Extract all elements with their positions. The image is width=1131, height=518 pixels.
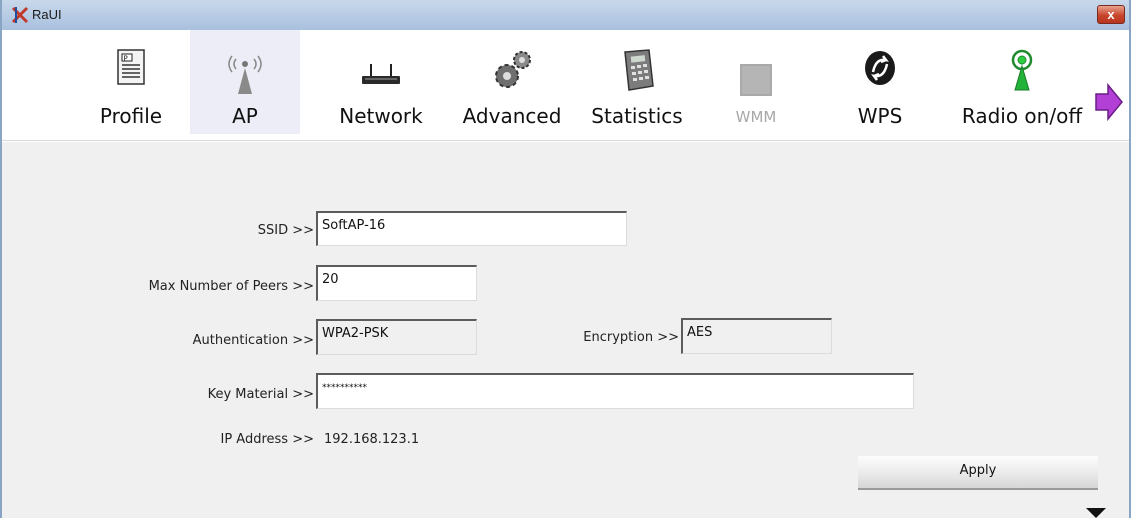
key-material-input[interactable]: ********** <box>316 373 914 409</box>
encryption-field: AES <box>681 318 832 354</box>
max-peers-input[interactable]: 20 <box>316 265 477 301</box>
raui-window: RaUI x P Profile AP Network Advanced Sta… <box>0 0 1131 518</box>
title-bar: RaUI x <box>0 0 1131 30</box>
close-button[interactable]: x <box>1097 5 1125 24</box>
toolbar-network-button[interactable]: Network <box>326 30 436 134</box>
toolbar-radio-button[interactable]: Radio on/off <box>957 30 1087 134</box>
ap-icon <box>228 55 262 94</box>
window-title: RaUI <box>32 7 62 22</box>
statistics-icon <box>624 49 654 91</box>
ssid-input[interactable]: SoftAP-16 <box>316 211 627 246</box>
authentication-field: WPA2-PSK <box>316 319 477 355</box>
network-icon <box>362 64 400 84</box>
toolbar-wps-label: WPS <box>857 104 903 128</box>
toolbar-statistics-label: Statistics <box>591 104 683 128</box>
max-peers-label: Max Number of Peers >> <box>148 279 314 294</box>
toolbar-network-label: Network <box>339 104 423 128</box>
toolbar-advanced-button[interactable]: Advanced <box>457 30 567 134</box>
ip-address-label: IP Address >> <box>220 432 315 447</box>
wmm-icon <box>740 64 772 96</box>
toolbar-wmm-button[interactable]: WMM <box>701 30 811 134</box>
ssid-label: SSID >> <box>257 223 314 238</box>
toolbar-radio-label: Radio on/off <box>961 104 1083 128</box>
raui-logo-icon <box>11 6 29 24</box>
wps-icon <box>865 51 895 85</box>
scroll-down-icon[interactable] <box>1086 508 1106 518</box>
ip-address-value: 192.168.123.1 <box>324 432 420 447</box>
window-left-border <box>0 0 2 518</box>
toolbar-ap-button[interactable]: AP <box>190 30 300 134</box>
encryption-label: Encryption >> <box>583 330 679 345</box>
authentication-label: Authentication >> <box>192 333 314 348</box>
toolbar: P Profile AP Network Advanced Statistics… <box>2 30 1129 141</box>
toolbar-profile-button[interactable]: P Profile <box>76 30 186 134</box>
svg-text:P: P <box>124 55 128 63</box>
arrow-right-icon[interactable] <box>1094 82 1124 122</box>
profile-icon: P <box>117 49 145 85</box>
radio-icon <box>1011 49 1033 91</box>
toolbar-advanced-label: Advanced <box>462 104 562 128</box>
apply-button[interactable]: Apply <box>858 456 1098 490</box>
toolbar-ap-label: AP <box>232 104 258 128</box>
advanced-icon <box>495 51 531 88</box>
toolbar-wps-button[interactable]: WPS <box>825 30 935 134</box>
toolbar-statistics-button[interactable]: Statistics <box>582 30 692 134</box>
close-icon: x <box>1107 7 1115 22</box>
key-material-label: Key Material >> <box>207 387 314 402</box>
toolbar-wmm-label: WMM <box>735 108 777 126</box>
toolbar-profile-label: Profile <box>99 104 163 128</box>
